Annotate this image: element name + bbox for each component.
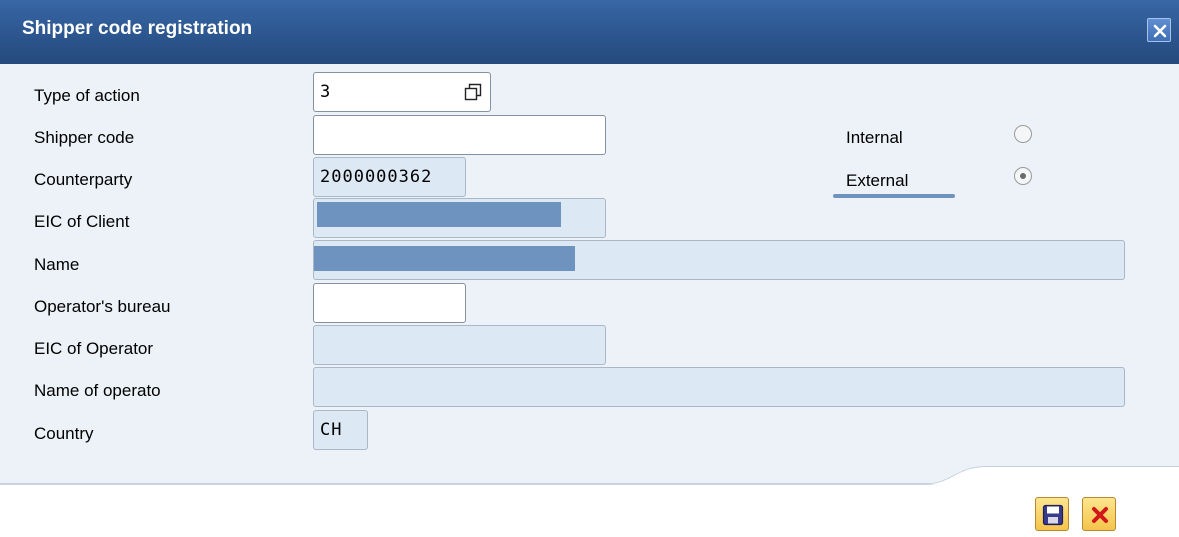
country-value: CH (320, 420, 343, 440)
internal-radio-label: Internal (846, 128, 903, 147)
eic-of-operator-field (313, 325, 606, 365)
type-of-action-label: Type of action (34, 86, 140, 105)
counterparty-field: 2000000362 (313, 157, 466, 197)
highlight-underline (833, 194, 955, 198)
eic-of-operator-label: EIC of Operator (34, 339, 154, 358)
save-button[interactable] (1035, 497, 1069, 531)
country-field: CH (313, 410, 368, 450)
close-button[interactable] (1147, 18, 1171, 42)
operators-bureau-label: Operator's bureau (34, 297, 171, 316)
shipper-code-dialog: Shipper code registration Type of action… (0, 0, 1179, 537)
external-radio-label: External (846, 171, 909, 190)
footer-divider (0, 466, 1179, 485)
redacted-block (317, 202, 561, 227)
external-radio[interactable] (1014, 167, 1032, 185)
internal-radio[interactable] (1014, 125, 1032, 143)
name-of-operator-field (313, 367, 1125, 407)
cancel-icon (1092, 507, 1108, 523)
shipper-code-input[interactable] (313, 115, 606, 155)
cancel-button[interactable] (1082, 497, 1116, 531)
shipper-code-label: Shipper code (34, 128, 135, 147)
eic-of-client-label: EIC of Client (34, 212, 130, 231)
counterparty-label: Counterparty (34, 170, 133, 189)
operators-bureau-input[interactable] (313, 283, 466, 323)
type-of-action-field[interactable]: 3 (313, 72, 491, 112)
eic-of-client-field (313, 198, 606, 238)
save-icon (1042, 504, 1064, 526)
type-of-action-value: 3 (320, 82, 332, 102)
counterparty-value: 2000000362 (320, 167, 433, 187)
close-icon (1153, 24, 1167, 38)
dialog-title: Shipper code registration (22, 18, 253, 39)
title-bar: Shipper code registration (0, 0, 1179, 64)
name-field (313, 240, 1125, 280)
redacted-block (314, 246, 575, 271)
value-help-icon[interactable] (464, 83, 482, 101)
name-of-operator-label: Name of operato (34, 381, 161, 400)
country-label: Country (34, 424, 94, 443)
name-label: Name (34, 255, 80, 274)
